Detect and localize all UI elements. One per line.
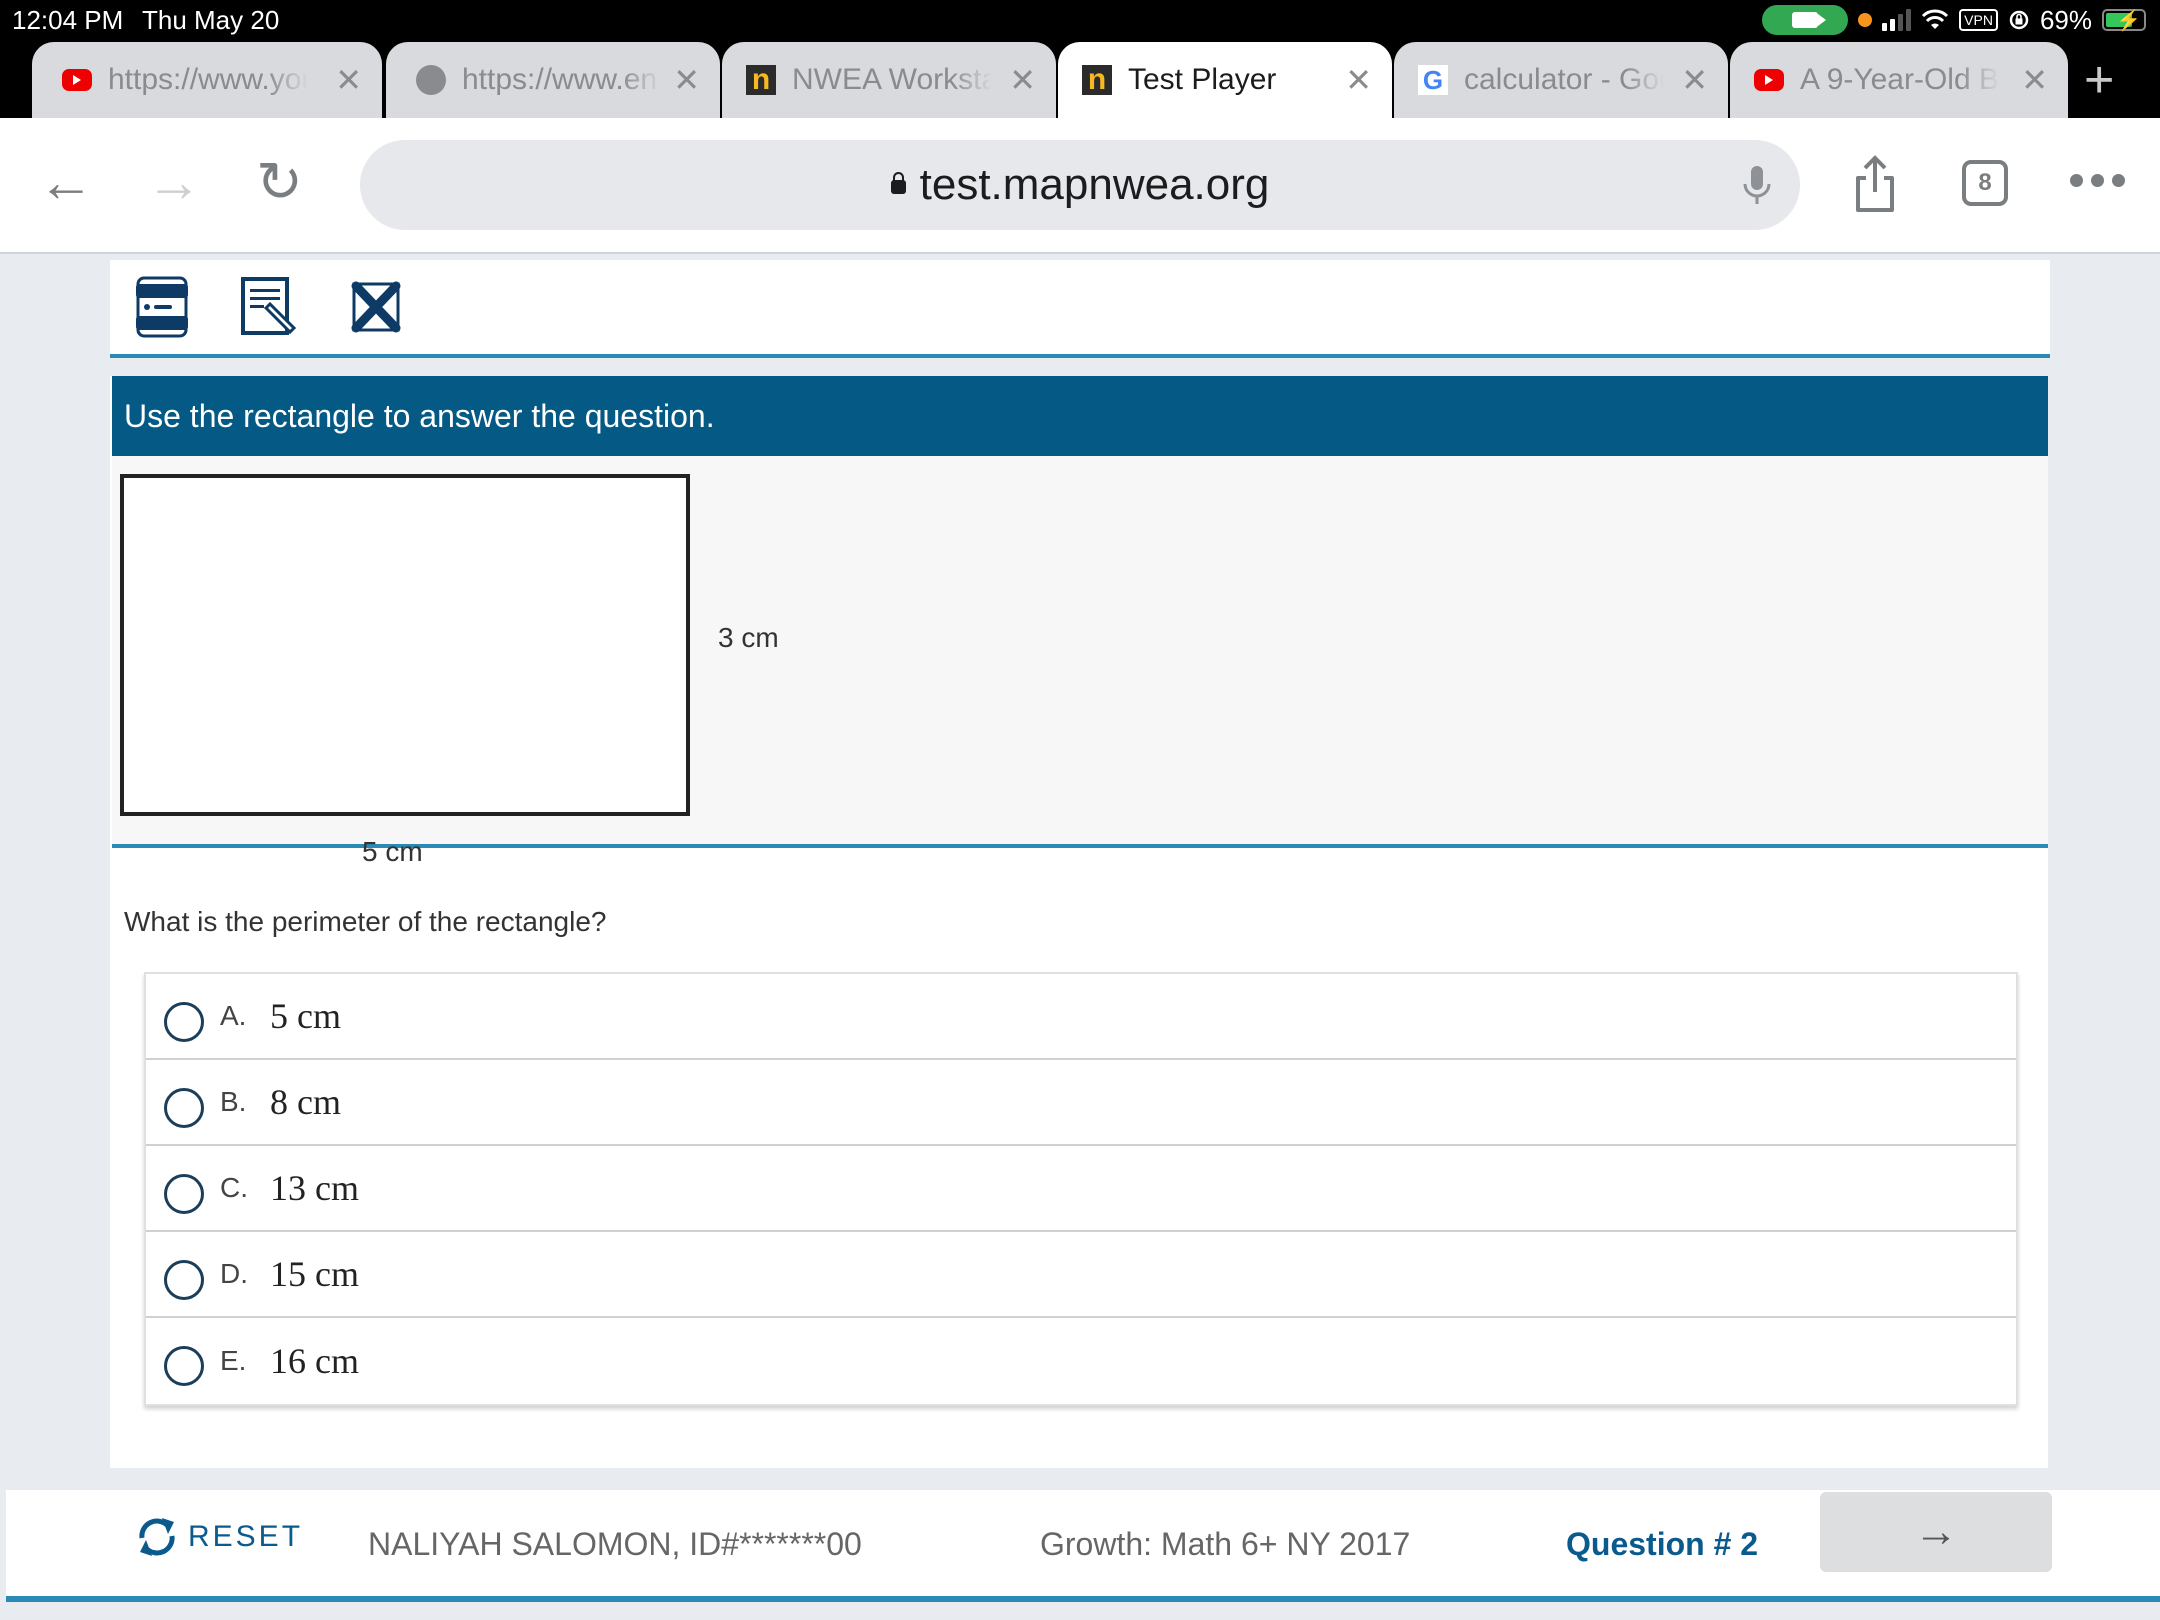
browser-toolbar: ← → ↻ test.mapnwea.org 8 (0, 118, 2160, 254)
more-menu-button[interactable] (2070, 174, 2125, 187)
url-text: test.mapnwea.org (919, 160, 1270, 209)
stimulus-figure-area: 3 cm 5 cm (112, 456, 2048, 867)
radio-button[interactable] (164, 1346, 204, 1386)
ios-status-bar: 12:04 PM Thu May 20 VPN 69% ⚡ (0, 0, 2160, 40)
rotation-lock-icon (2009, 10, 2029, 30)
tab-close-icon[interactable]: ✕ (1009, 61, 1036, 99)
back-button[interactable]: ← (38, 152, 94, 212)
tab-close-icon[interactable]: ✕ (1345, 61, 1372, 99)
nwea-icon: n (1082, 65, 1112, 95)
share-icon[interactable] (1852, 154, 1898, 214)
choice-value: 5 cm (270, 996, 341, 1036)
youtube-icon (62, 69, 92, 91)
tab-title: https://www.en (462, 63, 658, 96)
forward-button[interactable]: → (146, 152, 202, 212)
facetime-active-icon[interactable] (1762, 5, 1849, 35)
battery-percent: 69% (2039, 4, 2092, 35)
reset-label: RESET (188, 1520, 304, 1553)
nwea-icon: n (746, 65, 776, 95)
notepad-icon[interactable] (240, 276, 296, 338)
tab-title: calculator - Google (1464, 63, 1664, 96)
test-name: Growth: Math 6+ NY 2017 (1040, 1526, 1411, 1562)
choice-value: 13 cm (270, 1168, 359, 1208)
tab-close-icon[interactable]: ✕ (335, 61, 362, 99)
tab-close-icon[interactable]: ✕ (1681, 61, 1708, 99)
cellular-signal-icon (1882, 9, 1912, 31)
radio-button[interactable] (164, 1174, 204, 1214)
reload-button[interactable]: ↻ (256, 152, 303, 212)
arrow-right-icon: → (1914, 1507, 1958, 1556)
radio-button[interactable] (164, 1002, 204, 1042)
student-name-id: NALIYAH SALOMON, ID#*******00 (368, 1526, 862, 1562)
next-question-button[interactable]: → (1820, 1492, 2052, 1572)
address-bar[interactable]: test.mapnwea.org (360, 140, 1800, 230)
choice-value: 8 cm (270, 1082, 341, 1122)
item-content: Use the rectangle to answer the question… (110, 376, 2048, 1468)
status-time: 12:04 PM (12, 5, 124, 35)
tab-title: NWEA Workstation (792, 63, 992, 96)
test-footer: RESET NALIYAH SALOMON, ID#*******00 Grow… (6, 1490, 2160, 1602)
question-number: Question # 2 (1566, 1526, 1759, 1562)
tab-title: https://www.youtube (108, 63, 308, 96)
radio-button[interactable] (164, 1260, 204, 1300)
reset-button[interactable]: RESET (134, 1514, 303, 1560)
answer-masking-icon[interactable] (134, 276, 190, 338)
tab-globe[interactable]: https://www.en ✕ (386, 42, 720, 118)
browser-tab-bar: https://www.youtube ✕ https://www.en ✕ n… (0, 40, 2160, 118)
youtube-icon (1754, 69, 1784, 91)
reset-icon (139, 1518, 175, 1556)
tab-close-icon[interactable]: ✕ (2021, 61, 2048, 99)
new-tab-button[interactable]: + (2084, 50, 2114, 110)
answer-choice-b[interactable]: B. 8 cm (146, 1060, 2016, 1146)
choice-letter: D. (220, 1258, 248, 1289)
answer-choice-e[interactable]: E. 16 cm (146, 1318, 2016, 1404)
tab-title: Test Player (1128, 63, 1277, 96)
tab-nwea-workstation[interactable]: n NWEA Workstation ✕ (722, 42, 1056, 118)
rectangle-figure (120, 474, 690, 816)
battery-charging-icon: ⚡ (2102, 9, 2146, 32)
tab-count-button[interactable]: 8 (1962, 160, 2008, 206)
question-text: What is the perimeter of the rectangle? (124, 906, 607, 937)
choice-letter: A. (220, 1000, 247, 1031)
tab-youtube-2[interactable]: A 9-Year-Old B ✕ (1730, 42, 2068, 118)
globe-icon (416, 65, 446, 95)
status-indicators: VPN 69% ⚡ (1762, 4, 2146, 36)
google-icon: G (1418, 65, 1448, 95)
tab-close-icon[interactable]: ✕ (673, 61, 700, 99)
answer-choice-d[interactable]: D. 15 cm (146, 1232, 2016, 1318)
tab-title: A 9-Year-Old B (1800, 63, 1999, 96)
test-player-page: Use the rectangle to answer the question… (0, 256, 2160, 1620)
microphone-icon[interactable] (1734, 162, 1780, 208)
answer-choices: A. 5 cm B. 8 cm C. 13 cm D. 15 cm E. 16 … (144, 972, 2018, 1406)
mic-in-use-indicator-icon (1858, 13, 1873, 27)
test-tools-bar (110, 260, 2050, 358)
wifi-icon (1922, 9, 1949, 29)
choice-value: 16 cm (270, 1341, 359, 1381)
choice-letter: C. (220, 1172, 248, 1203)
choice-value: 15 cm (270, 1254, 359, 1294)
tab-test-player[interactable]: n Test Player ✕ (1058, 42, 1392, 118)
close-test-icon[interactable] (348, 276, 404, 338)
vpn-badge: VPN (1959, 9, 1998, 31)
width-label: 5 cm (362, 836, 423, 867)
choice-letter: E. (220, 1345, 247, 1376)
tab-calculator[interactable]: G calculator - Google ✕ (1394, 42, 1728, 118)
tab-youtube-1[interactable]: https://www.youtube ✕ (32, 42, 382, 118)
choice-letter: B. (220, 1086, 247, 1117)
height-label: 3 cm (718, 622, 779, 653)
answer-choice-c[interactable]: C. 13 cm (146, 1146, 2016, 1232)
status-date: Thu May 20 (142, 5, 280, 35)
instruction-banner: Use the rectangle to answer the question… (112, 376, 2048, 456)
radio-button[interactable] (164, 1088, 204, 1128)
lock-icon (890, 172, 906, 194)
answer-choice-a[interactable]: A. 5 cm (146, 974, 2016, 1060)
